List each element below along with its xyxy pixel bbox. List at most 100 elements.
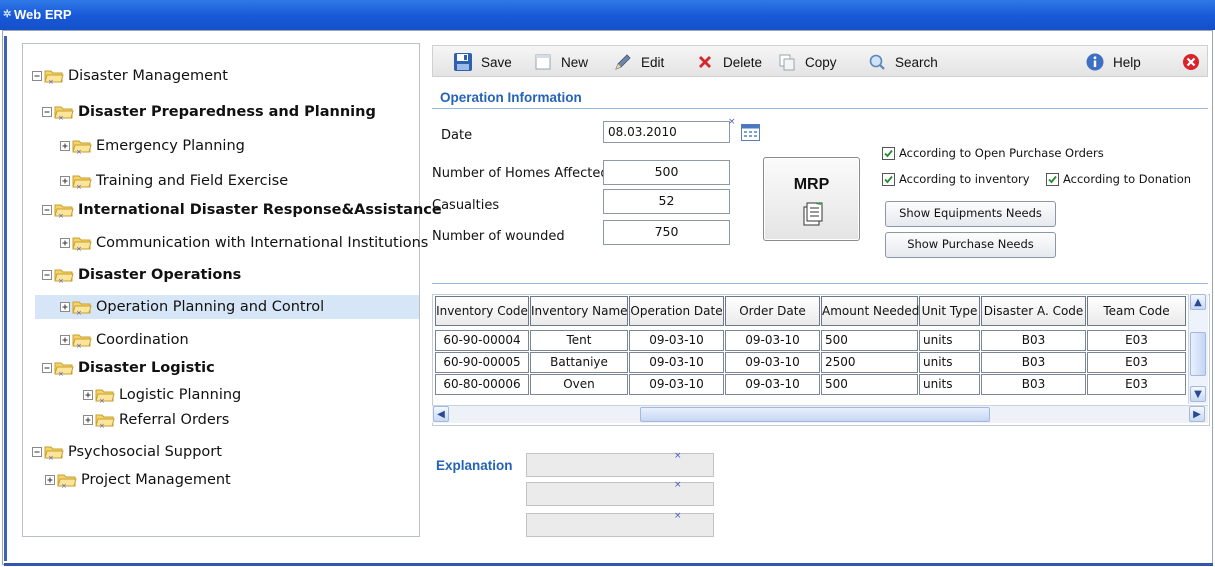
table-cell[interactable]: E03 [1087, 352, 1186, 373]
open-po-checkbox[interactable]: According to Open Purchase Orders [882, 146, 1104, 160]
tree-node[interactable]: × Disaster Management [32, 64, 228, 88]
save-button[interactable]: Save [453, 51, 512, 73]
vertical-scroll-thumb[interactable] [1190, 332, 1206, 376]
show-equipments-needs-button[interactable]: Show Equipments Needs [885, 201, 1056, 227]
tree-node[interactable]: × Disaster Preparedness and Planning [42, 100, 376, 124]
tree-node[interactable]: × Operation Planning and Control [35, 295, 419, 319]
tree-node[interactable]: × Disaster Logistic [42, 356, 215, 380]
expand-toggle-icon[interactable] [60, 335, 70, 345]
horizontal-scroll-thumb[interactable] [640, 407, 990, 422]
tree-node[interactable]: × Training and Field Exercise [60, 169, 288, 193]
table-cell[interactable]: 09-03-10 [629, 330, 724, 351]
wounded-input[interactable]: 750 [603, 220, 730, 245]
homes-affected-input[interactable]: 500 [603, 160, 730, 185]
expand-toggle-icon[interactable] [60, 141, 70, 151]
edit-button[interactable]: Edit [613, 51, 664, 73]
table-row[interactable]: 60-80-00006 Oven 09-03-10 09-03-10 500 units B… [433, 373, 1193, 395]
expand-toggle-icon[interactable] [60, 176, 70, 186]
tree-node[interactable]: × Disaster Operations [42, 263, 241, 287]
show-purchase-needs-button[interactable]: Show Purchase Needs [885, 232, 1056, 258]
calendar-icon[interactable] [741, 123, 760, 141]
search-button[interactable]: Search [867, 51, 938, 73]
tree-node[interactable]: × Project Management [45, 468, 231, 492]
tree-node[interactable]: × International Disaster Response&Assista… [42, 198, 442, 222]
table-cell[interactable]: E03 [1087, 374, 1186, 395]
scroll-left-icon[interactable]: ◀ [433, 406, 449, 422]
grid-horizontal-scrollbar[interactable]: ◀ ▶ [432, 405, 1208, 423]
expand-toggle-icon[interactable] [83, 390, 93, 400]
tree-node[interactable]: × Psychosocial Support [32, 440, 222, 464]
tree-node[interactable]: × Emergency Planning [60, 134, 245, 158]
table-cell[interactable]: 60-90-00005 [435, 352, 529, 373]
collapse-toggle-icon[interactable] [42, 363, 52, 373]
expand-toggle-icon[interactable] [45, 475, 55, 485]
column-header[interactable]: Operation Date [629, 296, 724, 326]
grid-vertical-scrollbar[interactable]: ▲ ▼ [1188, 294, 1208, 404]
new-button[interactable]: New [533, 51, 588, 73]
table-cell[interactable]: B03 [981, 374, 1086, 395]
help-button[interactable]: Help [1085, 51, 1141, 73]
table-cell[interactable]: Battaniye [530, 352, 628, 373]
table-cell[interactable]: Tent [530, 330, 628, 351]
table-row[interactable]: 60-90-00004 Tent 09-03-10 09-03-10 500 units B… [433, 329, 1193, 351]
tree-node[interactable]: × Communication with International Instit… [60, 231, 428, 255]
column-header[interactable]: Inventory Code [435, 296, 529, 326]
column-header[interactable]: Unit Type [919, 296, 980, 326]
mrp-button[interactable]: MRP [763, 157, 860, 241]
expand-toggle-icon[interactable] [60, 302, 70, 312]
table-cell[interactable]: 09-03-10 [725, 330, 820, 351]
column-header[interactable]: Disaster A. Code [981, 296, 1086, 326]
column-header[interactable]: Inventory Name [530, 296, 628, 326]
scroll-up-icon[interactable]: ▲ [1190, 294, 1206, 310]
folder-icon: × [54, 104, 74, 122]
explanation-line-3[interactable] [526, 513, 714, 537]
explanation-label: Explanation [436, 458, 513, 473]
casualties-input[interactable]: 52 [603, 189, 730, 214]
collapse-toggle-icon[interactable] [32, 71, 42, 81]
table-cell[interactable]: B03 [981, 352, 1086, 373]
table-cell[interactable]: 500 [821, 374, 918, 395]
table-cell[interactable]: 60-80-00006 [435, 374, 529, 395]
collapse-toggle-icon[interactable] [32, 447, 42, 457]
table-cell[interactable]: 09-03-10 [629, 352, 724, 373]
table-cell[interactable]: 2500 [821, 352, 918, 373]
table-cell[interactable]: 500 [821, 330, 918, 351]
table-cell[interactable]: units [919, 352, 980, 373]
column-header[interactable]: Team Code [1087, 296, 1186, 326]
tree-node[interactable]: × Coordination [60, 328, 189, 352]
window-menu-icon[interactable]: ✲ [3, 9, 11, 20]
tree-node-label: Training and Field Exercise [96, 173, 289, 189]
expand-toggle-icon[interactable] [60, 238, 70, 248]
delete-button[interactable]: Delete [695, 51, 762, 73]
table-cell[interactable]: 09-03-10 [725, 352, 820, 373]
table-cell[interactable]: units [919, 374, 980, 395]
table-cell[interactable]: Oven [530, 374, 628, 395]
collapse-toggle-icon[interactable] [42, 107, 52, 117]
frame-bottom-edge [4, 563, 1213, 566]
inventory-checkbox[interactable]: According to inventory [882, 172, 1030, 186]
scroll-down-icon[interactable]: ▼ [1190, 386, 1206, 402]
collapse-toggle-icon[interactable] [42, 270, 52, 280]
folder-icon: × [72, 299, 92, 317]
expand-toggle-icon[interactable] [83, 415, 93, 425]
tree-node-label: Project Management [81, 472, 231, 488]
scroll-right-icon[interactable]: ▶ [1189, 406, 1205, 422]
copy-button[interactable]: Copy [777, 51, 837, 73]
column-header[interactable]: Order Date [725, 296, 820, 326]
tree-node[interactable]: × Logistic Planning [83, 383, 241, 407]
table-row[interactable]: 60-90-00005 Battaniye 09-03-10 09-03-10 2500… [433, 351, 1193, 373]
table-cell[interactable]: 09-03-10 [725, 374, 820, 395]
close-button[interactable] [1181, 51, 1209, 73]
date-input[interactable]: 08.03.2010 [603, 121, 730, 143]
table-cell[interactable]: 60-90-00004 [435, 330, 529, 351]
table-cell[interactable]: B03 [981, 330, 1086, 351]
table-cell[interactable]: E03 [1087, 330, 1186, 351]
tree-node[interactable]: × Referral Orders [83, 408, 229, 432]
explanation-line-1[interactable] [526, 453, 714, 477]
table-cell[interactable]: 09-03-10 [629, 374, 724, 395]
collapse-toggle-icon[interactable] [42, 205, 52, 215]
table-cell[interactable]: units [919, 330, 980, 351]
donation-checkbox[interactable]: According to Donation [1046, 172, 1191, 186]
column-header[interactable]: Amount Needed [821, 296, 919, 326]
explanation-line-2[interactable] [526, 482, 714, 506]
